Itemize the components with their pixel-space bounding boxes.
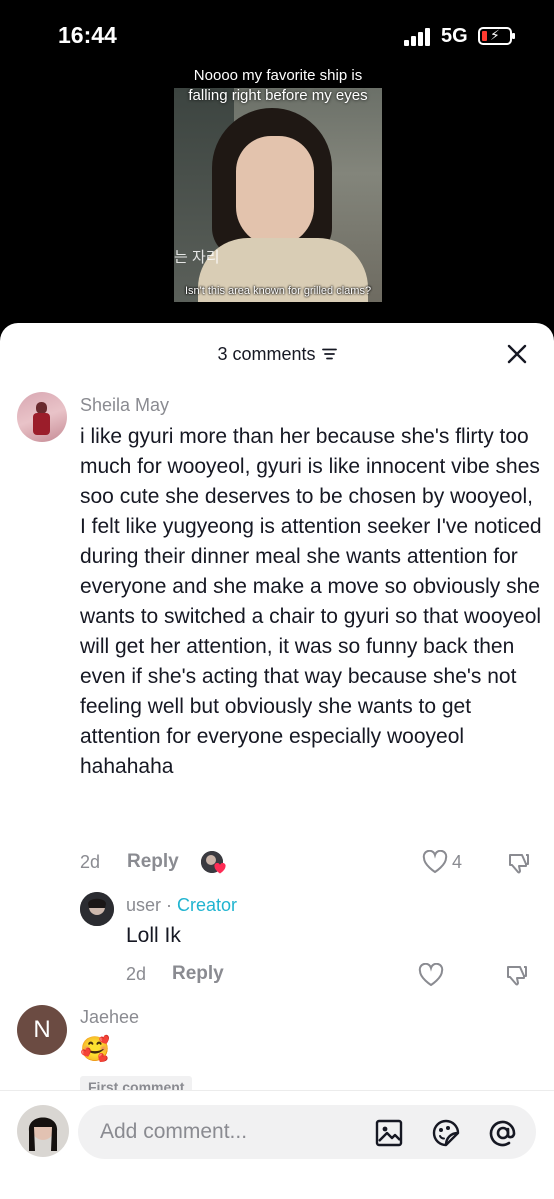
reply-button[interactable]: Reply xyxy=(127,851,179,873)
dislike-icon[interactable] xyxy=(505,963,529,987)
comment-text: 🥰 xyxy=(80,1036,110,1063)
dislike-icon[interactable] xyxy=(507,851,531,875)
battery-icon: ⚡ xyxy=(478,27,515,45)
sheet-header: 3 comments xyxy=(0,341,554,369)
signal-icon xyxy=(404,28,432,46)
author-separator: · xyxy=(161,895,178,915)
comment-composer xyxy=(0,1090,554,1199)
video-thumbnail[interactable]: 는 자리 Isn't this area known for grilled c… xyxy=(174,88,382,302)
network-label: 5G xyxy=(441,25,468,47)
status-bar: 16:44 5G ⚡ xyxy=(0,0,554,70)
sticker-icon[interactable] xyxy=(431,1118,461,1148)
avatar[interactable] xyxy=(17,392,67,442)
comment-input[interactable] xyxy=(100,1105,350,1159)
heart-icon xyxy=(214,863,226,874)
creator-badge: Creator xyxy=(177,895,238,915)
status-time: 16:44 xyxy=(58,22,117,48)
avatar-letter: N xyxy=(33,1016,51,1043)
comment-time: 2d xyxy=(126,964,147,984)
heart-icon[interactable] xyxy=(418,963,444,987)
heart-icon[interactable] xyxy=(422,850,448,874)
comment-input-wrap[interactable] xyxy=(78,1105,536,1159)
sort-icon[interactable] xyxy=(321,348,337,360)
comment-count: 3 comments xyxy=(217,344,316,364)
image-icon[interactable] xyxy=(374,1118,404,1148)
comment-author[interactable]: Sheila May xyxy=(80,395,169,416)
avatar[interactable] xyxy=(80,892,114,926)
creator-liked-avatar xyxy=(201,851,226,874)
close-icon[interactable] xyxy=(506,343,528,365)
comment-author[interactable]: user xyxy=(126,895,161,915)
reply-button[interactable]: Reply xyxy=(172,963,224,985)
video-korean-text: 는 자리 xyxy=(174,249,220,266)
comment-author-line: user · Creator xyxy=(126,895,237,916)
video-caption: Noooo my favorite ship is falling right … xyxy=(188,67,368,104)
comment-text: i like gyuri more than her because she's… xyxy=(80,425,542,778)
like-count: 4 xyxy=(452,852,463,872)
comment-time: 2d xyxy=(80,852,101,872)
video-subtitle: Isn't this area known for grilled clams? xyxy=(184,285,372,297)
comment-count-title[interactable]: 3 comments xyxy=(0,344,554,365)
comment-author[interactable]: Jaehee xyxy=(80,1007,139,1028)
comment-text: Loll Ik xyxy=(126,924,181,947)
avatar xyxy=(17,1105,69,1157)
avatar[interactable]: N xyxy=(17,1005,67,1055)
mention-icon[interactable] xyxy=(488,1118,518,1148)
